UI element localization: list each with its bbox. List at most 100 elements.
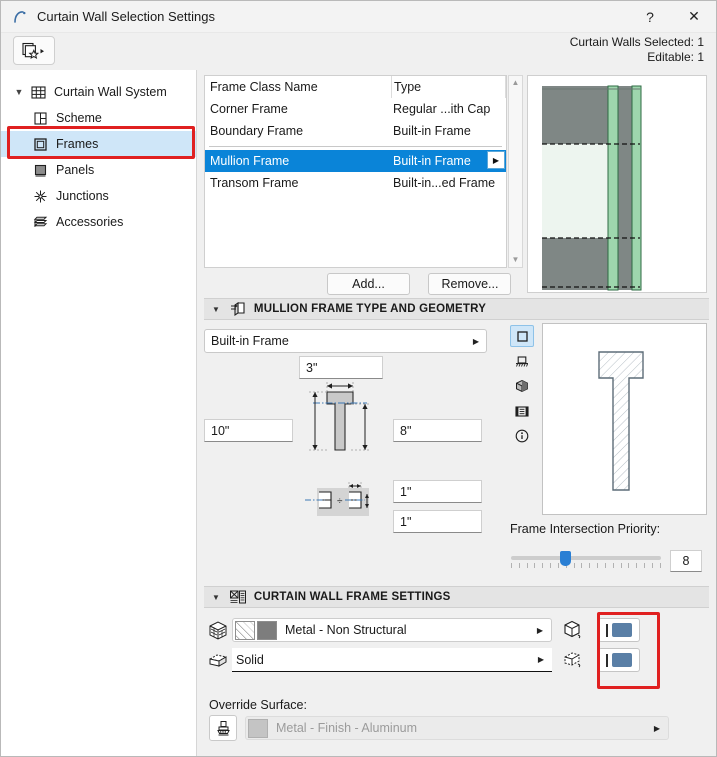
offset-top-input[interactable]: 1"	[393, 480, 482, 503]
offset-bottom-input[interactable]: 1"	[393, 510, 482, 533]
add-button[interactable]: Add...	[327, 273, 410, 295]
panel-icon	[29, 163, 51, 178]
override-surface-value: Metal - Finish - Aluminum	[276, 721, 418, 735]
section-title: CURTAIN WALL FRAME SETTINGS	[253, 591, 451, 603]
frame-type-value: Built-in Frame	[211, 334, 289, 348]
3d-box-icon	[558, 619, 588, 641]
table-row[interactable]: Corner Frame Regular ...ith Cap	[205, 98, 506, 120]
3d-cut-box-icon	[558, 649, 588, 671]
right-depth-input[interactable]: 8"	[393, 419, 482, 442]
triangle-down-icon[interactable]: ▼	[212, 305, 220, 314]
section-header-geometry[interactable]: ▼ MULLION FRAME TYPE AND GEOMETRY	[204, 298, 709, 320]
curtain-wall-settings-window: Curtain Wall Selection Settings ? ✕ Curt…	[0, 0, 717, 757]
remove-button[interactable]: Remove...	[428, 273, 512, 295]
table-row[interactable]: Boundary Frame Built-in Frame	[205, 120, 506, 142]
left-depth-value: 10"	[211, 423, 230, 438]
priority-slider-track[interactable]	[511, 556, 661, 560]
chevron-down-icon[interactable]: ▼	[11, 87, 27, 97]
priority-slider-ticks	[511, 563, 661, 568]
favorites-star-icon	[22, 42, 44, 59]
settings-sidebar: ▼ Curtain Wall System Scheme Frames Pane…	[1, 70, 197, 756]
sidebar-item-label: Junctions	[56, 189, 109, 203]
mullion-profile-preview[interactable]	[542, 323, 707, 515]
fill-dropdown[interactable]: Solid ▶	[232, 648, 552, 672]
chevron-right-icon[interactable]: ▶	[538, 655, 544, 664]
building-material-row: Metal - Non Structural ▶	[204, 618, 674, 642]
surface-swatch	[248, 718, 268, 738]
table-row-selected[interactable]: Mullion Frame Built-in Frame ▶	[205, 150, 506, 172]
sidebar-item-accessories[interactable]: Accessories	[1, 209, 196, 235]
3d-view-icon[interactable]	[510, 375, 534, 397]
section-view-icon[interactable]	[510, 350, 534, 372]
scroll-up-arrow-icon[interactable]: ▲	[512, 76, 520, 90]
scheme-icon	[29, 111, 51, 126]
archicad-icon	[11, 8, 29, 26]
info-icon[interactable]	[510, 425, 534, 447]
frame-icon	[29, 137, 51, 152]
paint-brush-icon	[216, 720, 230, 735]
dialog-body: ▼ Curtain Wall System Scheme Frames Pane…	[1, 70, 716, 756]
sidebar-item-panels[interactable]: Panels	[1, 157, 196, 183]
mullion-geometry-icon	[228, 301, 248, 317]
settings-pane: Frame Class Name Type Corner Frame Regul…	[197, 70, 716, 756]
list-scrollbar[interactable]: ▲ ▼	[508, 75, 523, 268]
cut-fill-icon	[204, 650, 232, 670]
chevron-right-icon[interactable]: ▶	[473, 337, 479, 346]
fill-block-icon	[612, 623, 632, 637]
priority-slider-thumb[interactable]	[560, 551, 571, 566]
frame-width-input[interactable]: 3"	[299, 356, 383, 379]
section-header-frame-settings[interactable]: ▼ CURTAIN WALL FRAME SETTINGS	[204, 586, 709, 608]
fill-pattern-swatch	[235, 620, 255, 640]
close-button[interactable]: ✕	[672, 1, 716, 32]
sidebar-item-junctions[interactable]: Junctions	[1, 183, 196, 209]
sidebar-root-label: Curtain Wall System	[54, 85, 167, 99]
offset-top-value: 1"	[400, 484, 412, 499]
frame-type: Built-in...ed Frame	[393, 176, 496, 190]
pen-fill-toggle-material[interactable]	[598, 618, 640, 642]
favorites-button[interactable]	[13, 36, 55, 65]
sidebar-item-label: Panels	[56, 163, 95, 177]
2d-symbol-icon[interactable]	[510, 325, 534, 347]
window-title: Curtain Wall Selection Settings	[37, 9, 215, 24]
list-view-icon[interactable]	[510, 400, 534, 422]
junction-icon	[29, 189, 51, 204]
override-surface-label: Override Surface:	[209, 698, 307, 712]
curtain-wall-preview[interactable]	[527, 75, 707, 293]
frame-width-value: 3"	[306, 360, 318, 375]
chevron-right-icon[interactable]: ▶	[537, 626, 543, 635]
pen-bar-icon	[606, 653, 608, 667]
triangle-down-icon[interactable]: ▼	[212, 593, 220, 602]
grid-icon	[27, 85, 49, 100]
help-button[interactable]: ?	[628, 1, 672, 32]
frame-name: Corner Frame	[210, 102, 288, 116]
accessories-icon	[29, 215, 51, 230]
pen-fill-toggle-fill[interactable]	[598, 648, 640, 672]
mullion-dimension-diagram	[305, 380, 377, 461]
editable-count: Editable: 1	[647, 50, 704, 64]
priority-value-input[interactable]: 8	[670, 550, 702, 572]
sidebar-item-frames[interactable]: Frames	[1, 131, 196, 157]
column-header-type: Type	[392, 76, 506, 98]
frame-type-dropdown[interactable]: Built-in Frame ▶	[204, 329, 487, 353]
table-row[interactable]: Transom Frame Built-in...ed Frame	[205, 172, 506, 194]
chevron-right-icon[interactable]: ▶	[487, 151, 505, 169]
selection-info: Curtain Walls Selected: 1 Editable: 1	[570, 35, 704, 65]
toolbar-strip: Curtain Walls Selected: 1 Editable: 1	[1, 33, 716, 71]
chevron-right-icon[interactable]: ▶	[654, 724, 660, 733]
left-depth-input[interactable]: 10"	[204, 419, 293, 442]
offset-bottom-value: 1"	[400, 514, 412, 529]
sidebar-item-scheme[interactable]: Scheme	[1, 105, 196, 131]
building-material-icon	[204, 620, 232, 640]
sidebar-item-curtain-wall-system[interactable]: ▼ Curtain Wall System	[1, 79, 196, 105]
scroll-down-arrow-icon[interactable]: ▼	[512, 253, 520, 267]
override-surface-dropdown[interactable]: Metal - Finish - Aluminum ▶	[245, 716, 669, 740]
frame-class-list[interactable]: Frame Class Name Type Corner Frame Regul…	[204, 75, 507, 268]
building-material-value: Metal - Non Structural	[285, 623, 407, 637]
frame-name: Transom Frame	[210, 176, 299, 190]
frame-settings-icon	[228, 589, 248, 605]
building-material-dropdown[interactable]: Metal - Non Structural ▶	[232, 618, 552, 642]
frame-intersection-priority-label: Frame Intersection Priority:	[510, 522, 661, 536]
override-surface-brush-button[interactable]	[209, 715, 237, 741]
sidebar-item-label: Scheme	[56, 111, 102, 125]
preview-view-mode-bar	[510, 325, 534, 447]
